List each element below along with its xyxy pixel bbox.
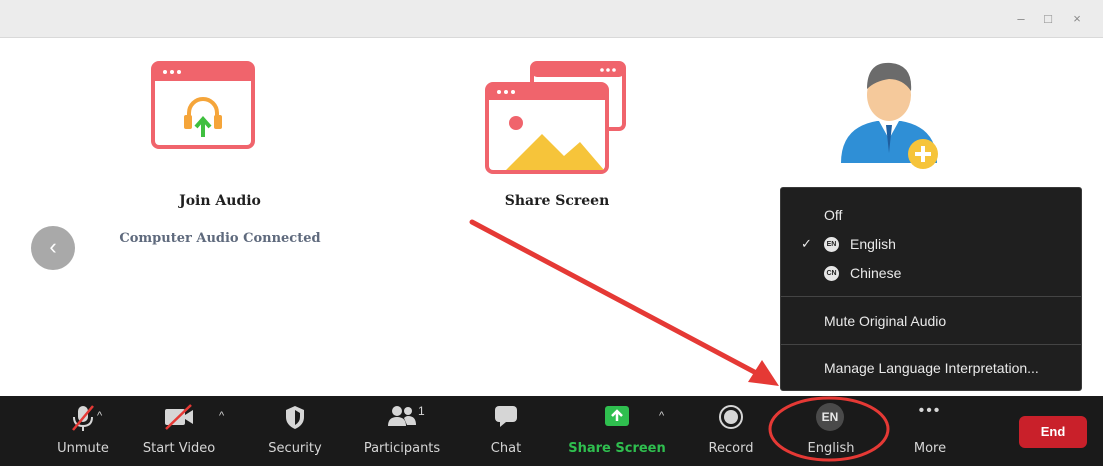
menu-item-off-label: Off	[824, 207, 843, 223]
record-icon	[719, 405, 743, 429]
menu-item-chinese[interactable]: CN Chinese	[781, 260, 1081, 286]
audio-options-caret[interactable]: ^	[97, 410, 102, 422]
record-button[interactable]: Record	[700, 396, 762, 466]
share-screen-arrow-icon	[605, 406, 629, 426]
maximize-button[interactable]: □	[1038, 11, 1058, 27]
end-meeting-button[interactable]: End	[1019, 416, 1087, 448]
unmute-button[interactable]: Unmute	[50, 396, 116, 466]
security-label: Security	[268, 441, 322, 456]
muted-microphone-icon	[72, 405, 94, 431]
security-button[interactable]: Security	[258, 396, 332, 466]
shield-icon	[286, 406, 304, 429]
participants-count: 1	[418, 404, 425, 418]
start-video-button[interactable]: Start Video	[134, 396, 224, 466]
language-badge-icon: EN	[824, 237, 839, 252]
more-button[interactable]: ••• More	[900, 396, 960, 466]
chat-label: Chat	[490, 441, 522, 456]
share-screen-icon[interactable]	[484, 60, 630, 176]
menu-item-english[interactable]: ✓ EN English	[781, 231, 1081, 257]
meeting-toolbar: Unmute ^ Start Video ^ Security 1 Partic…	[0, 396, 1103, 466]
participants-label: Participants	[363, 441, 441, 456]
manage-interpretation-label: Manage Language Interpretation...	[824, 360, 1039, 376]
participants-icon	[388, 406, 416, 426]
language-badge-icon: CN	[824, 266, 839, 281]
menu-item-off[interactable]: Off	[781, 202, 1081, 228]
share-screen-label[interactable]: Share Screen	[487, 193, 627, 209]
video-options-caret[interactable]: ^	[219, 410, 224, 422]
join-audio-icon[interactable]	[151, 61, 255, 149]
interpretation-label: English	[807, 441, 855, 456]
add-participant-avatar-icon[interactable]	[833, 53, 945, 171]
share-options-caret[interactable]: ^	[659, 410, 664, 422]
record-label: Record	[708, 441, 754, 456]
menu-divider	[781, 296, 1081, 297]
chat-bubble-icon	[495, 406, 517, 427]
join-audio-label[interactable]: Join Audio	[150, 193, 290, 209]
start-video-label: Start Video	[142, 441, 216, 456]
interpretation-menu: Off ✓ EN English CN Chinese Mute Origina…	[780, 187, 1082, 391]
unmute-label: Unmute	[57, 441, 109, 456]
more-dots-icon: •••	[918, 402, 942, 419]
interpretation-button[interactable]: EN English	[796, 396, 866, 466]
mute-original-audio-label: Mute Original Audio	[824, 313, 947, 329]
menu-item-manage-interpretation[interactable]: Manage Language Interpretation...	[781, 355, 1081, 381]
title-bar: – □ ×	[0, 0, 1103, 38]
participants-button[interactable]: 1 Participants	[352, 396, 452, 466]
audio-status-text: Computer Audio Connected	[119, 231, 321, 246]
menu-item-mute-original-audio[interactable]: Mute Original Audio	[781, 308, 1081, 334]
share-screen-button[interactable]: Share Screen	[562, 396, 672, 466]
menu-item-chinese-label: Chinese	[850, 265, 902, 281]
menu-divider	[781, 344, 1081, 345]
previous-page-button[interactable]: ‹	[31, 226, 75, 270]
close-button[interactable]: ×	[1067, 11, 1087, 27]
menu-item-english-label: English	[850, 236, 896, 252]
chat-button[interactable]: Chat	[476, 396, 536, 466]
checkmark-icon: ✓	[801, 236, 812, 251]
minimize-button[interactable]: –	[1011, 11, 1031, 27]
share-screen-toolbar-label: Share Screen	[568, 441, 666, 456]
video-off-icon	[165, 404, 193, 430]
more-label: More	[913, 441, 947, 456]
interpretation-globe-icon: EN	[816, 403, 844, 431]
